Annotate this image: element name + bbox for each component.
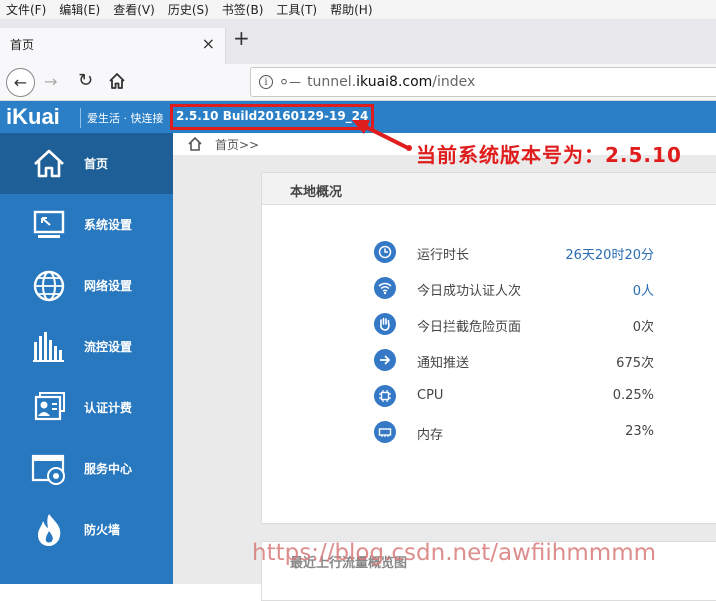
stat-value: 0次: [632, 320, 654, 335]
menu-help[interactable]: 帮助(H): [330, 1, 372, 18]
sidebar-item-label: 网络设置: [84, 279, 133, 293]
tab-title: 首页: [10, 38, 35, 52]
service-icon: [31, 454, 65, 485]
wifi-icon: [374, 277, 396, 299]
menu-tools[interactable]: 工具(T): [276, 1, 317, 18]
stat-value: 23%: [625, 424, 654, 439]
memory-icon: [374, 421, 396, 443]
stat-value: 26天20时20分: [565, 248, 654, 263]
stat-row-memory: 内存 23%: [374, 421, 654, 445]
sidebar-item-label: 防火墙: [84, 523, 121, 537]
url-text: tunnel.ikuai8.com/index: [307, 74, 476, 90]
sidebar-item-system[interactable]: 系统设置: [0, 194, 173, 255]
reload-button[interactable]: ↻: [78, 70, 93, 91]
tab-strip: 首页 ×: [0, 20, 716, 64]
close-tab-icon[interactable]: ×: [202, 34, 215, 53]
home-icon: [34, 149, 64, 177]
panel-title: 本地概况: [262, 173, 716, 205]
sidebar-item-service-center[interactable]: 服务中心: [0, 438, 173, 499]
stat-row-cpu: CPU 0.25%: [374, 385, 654, 409]
arrow-right-icon: [374, 349, 396, 371]
stat-value: 0人: [632, 284, 654, 299]
sidebar-item-label: 流控设置: [84, 340, 133, 354]
sidebar-item-label: 服务中心: [84, 462, 133, 476]
key-icon: ⚪—: [279, 75, 302, 89]
sidebar-item-label: 系统设置: [84, 218, 133, 232]
cpu-icon: [374, 385, 396, 407]
app-header: iKuai 爱生活 · 快连接 2.5.10 Build20160129-19_…: [0, 101, 716, 133]
stat-label: CPU: [417, 388, 444, 403]
monitor-icon: [33, 210, 65, 238]
stat-row-blocked: 今日拦截危险页面 0次: [374, 313, 654, 337]
stat-value: 0.25%: [612, 388, 654, 403]
hand-icon: [374, 313, 396, 335]
browser-tab[interactable]: 首页 ×: [0, 28, 226, 64]
version-label: 2.5.10 Build20160129-19_24: [170, 104, 375, 130]
back-button[interactable]: ←: [6, 68, 35, 97]
logo-divider: [80, 108, 81, 128]
navigation-bar: ← → ↻ i ⚪— tunnel.ikuai8.com/index: [0, 64, 716, 101]
clock-icon: [374, 241, 396, 263]
flame-icon: [38, 513, 61, 546]
ikuai-logo[interactable]: iKuai: [6, 104, 60, 130]
main-content: 本地概况 运行时长 26天20时20分 今日成功认证人次 0人 今日拦截危险页面…: [173, 155, 716, 601]
overview-panel: 本地概况 运行时长 26天20时20分 今日成功认证人次 0人 今日拦截危险页面…: [261, 172, 716, 524]
stat-label: 运行时长: [417, 248, 470, 263]
address-bar[interactable]: i ⚪— tunnel.ikuai8.com/index: [250, 67, 716, 97]
sidebar: 首页 系统设置 网络设置 流控设置 认证计费 服务中心 防火墙: [0, 133, 173, 584]
slogan: 爱生活 · 快连接: [87, 112, 164, 125]
annotation-text: 当前系统版本号为：2.5.10: [416, 143, 682, 167]
stat-row-uptime: 运行时长 26天20时20分: [374, 241, 654, 265]
stat-row-notify: 通知推送 675次: [374, 349, 654, 373]
stat-value: 675次: [616, 356, 654, 371]
home-button[interactable]: [108, 72, 126, 90]
sidebar-item-flow-control[interactable]: 流控设置: [0, 316, 173, 377]
bars-icon: [33, 331, 64, 362]
sidebar-item-network[interactable]: 网络设置: [0, 255, 173, 316]
stat-label: 今日成功认证人次: [417, 284, 522, 299]
watermark: https://blog.csdn.net/awfiihmmmm: [252, 540, 657, 566]
globe-icon: [33, 270, 65, 301]
user-card-icon: [34, 391, 65, 420]
sidebar-item-home[interactable]: 首页: [0, 133, 173, 194]
sidebar-item-auth-billing[interactable]: 认证计费: [0, 377, 173, 438]
stat-label: 今日拦截危险页面: [417, 320, 522, 335]
sidebar-item-firewall[interactable]: 防火墙: [0, 499, 173, 560]
stat-label: 内存: [417, 428, 444, 443]
menu-history[interactable]: 历史(S): [168, 1, 209, 18]
home-icon[interactable]: [187, 136, 203, 152]
browser-menu-bar: 文件(F) 编辑(E) 查看(V) 历史(S) 书签(B) 工具(T) 帮助(H…: [0, 0, 716, 20]
forward-button[interactable]: →: [44, 72, 57, 91]
menu-view[interactable]: 查看(V): [113, 1, 155, 18]
sidebar-item-label: 认证计费: [84, 401, 133, 415]
stat-row-auth: 今日成功认证人次 0人: [374, 277, 654, 301]
breadcrumb-text[interactable]: 首页>>: [215, 136, 259, 153]
menu-edit[interactable]: 编辑(E): [59, 1, 100, 18]
info-icon[interactable]: i: [259, 75, 273, 89]
sidebar-item-label: 首页: [84, 157, 109, 171]
stat-label: 通知推送: [417, 356, 470, 371]
new-tab-button[interactable]: +: [233, 28, 250, 48]
arrow-left-icon: ←: [13, 73, 28, 92]
menu-bookmarks[interactable]: 书签(B): [222, 1, 264, 18]
menu-file[interactable]: 文件(F): [6, 1, 46, 18]
